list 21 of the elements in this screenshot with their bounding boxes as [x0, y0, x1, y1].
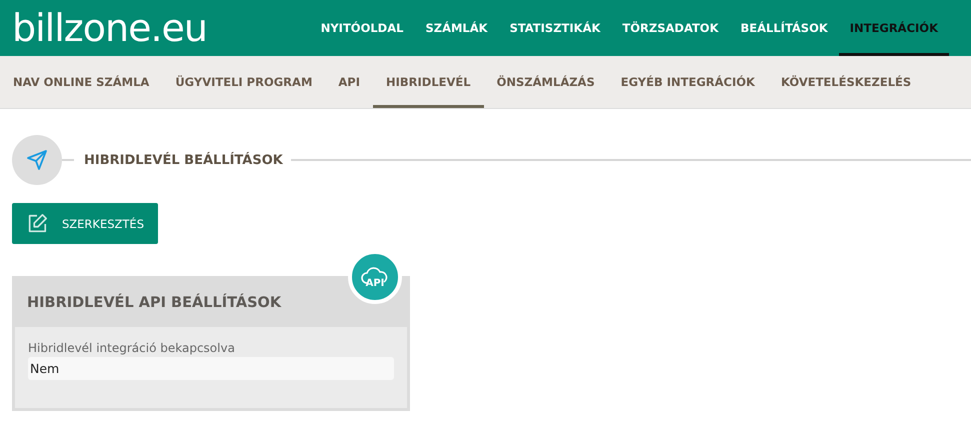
sub-tab[interactable]: ÖNSZÁMLÁZÁS — [484, 56, 608, 108]
card-title: HIBRIDLEVÉL API BEÁLLÍTÁSOK — [27, 294, 282, 310]
sub-tab[interactable]: KÖVETELÉSKEZELÉS — [768, 56, 924, 108]
nav-tab[interactable]: SZÁMLÁK — [414, 0, 499, 56]
sub-tab[interactable]: API — [325, 56, 373, 108]
field-label: Hibridlevél integráció bekapcsolva — [28, 341, 236, 355]
sub-tab[interactable]: EGYÉB INTEGRÁCIÓK — [608, 56, 768, 108]
logo[interactable]: billzone.eu — [0, 9, 207, 47]
sub-tab[interactable]: HIBRIDLEVÉL — [373, 56, 484, 108]
field-value: Nem — [28, 357, 394, 380]
nav-tab[interactable]: NYITÓOLDAL — [310, 0, 414, 56]
badge-label: API — [366, 279, 384, 289]
nav-tab[interactable]: BEÁLLÍTÁSOK — [730, 0, 839, 56]
edit-button[interactable]: SZERKESZTÉS — [12, 203, 158, 244]
paper-plane-icon — [25, 148, 49, 172]
sub-tab[interactable]: ÜGYVITELI PROGRAM — [162, 56, 326, 108]
nav-tab[interactable]: STATISZTIKÁK — [498, 0, 612, 56]
sub-tab[interactable]: NAV ONLINE SZÁMLA — [0, 56, 162, 108]
section-title: HIBRIDLEVÉL BEÁLLÍTÁSOK — [84, 152, 283, 168]
edit-icon — [26, 212, 48, 234]
nav-tab[interactable]: TÖRZSADATOK — [611, 0, 730, 56]
